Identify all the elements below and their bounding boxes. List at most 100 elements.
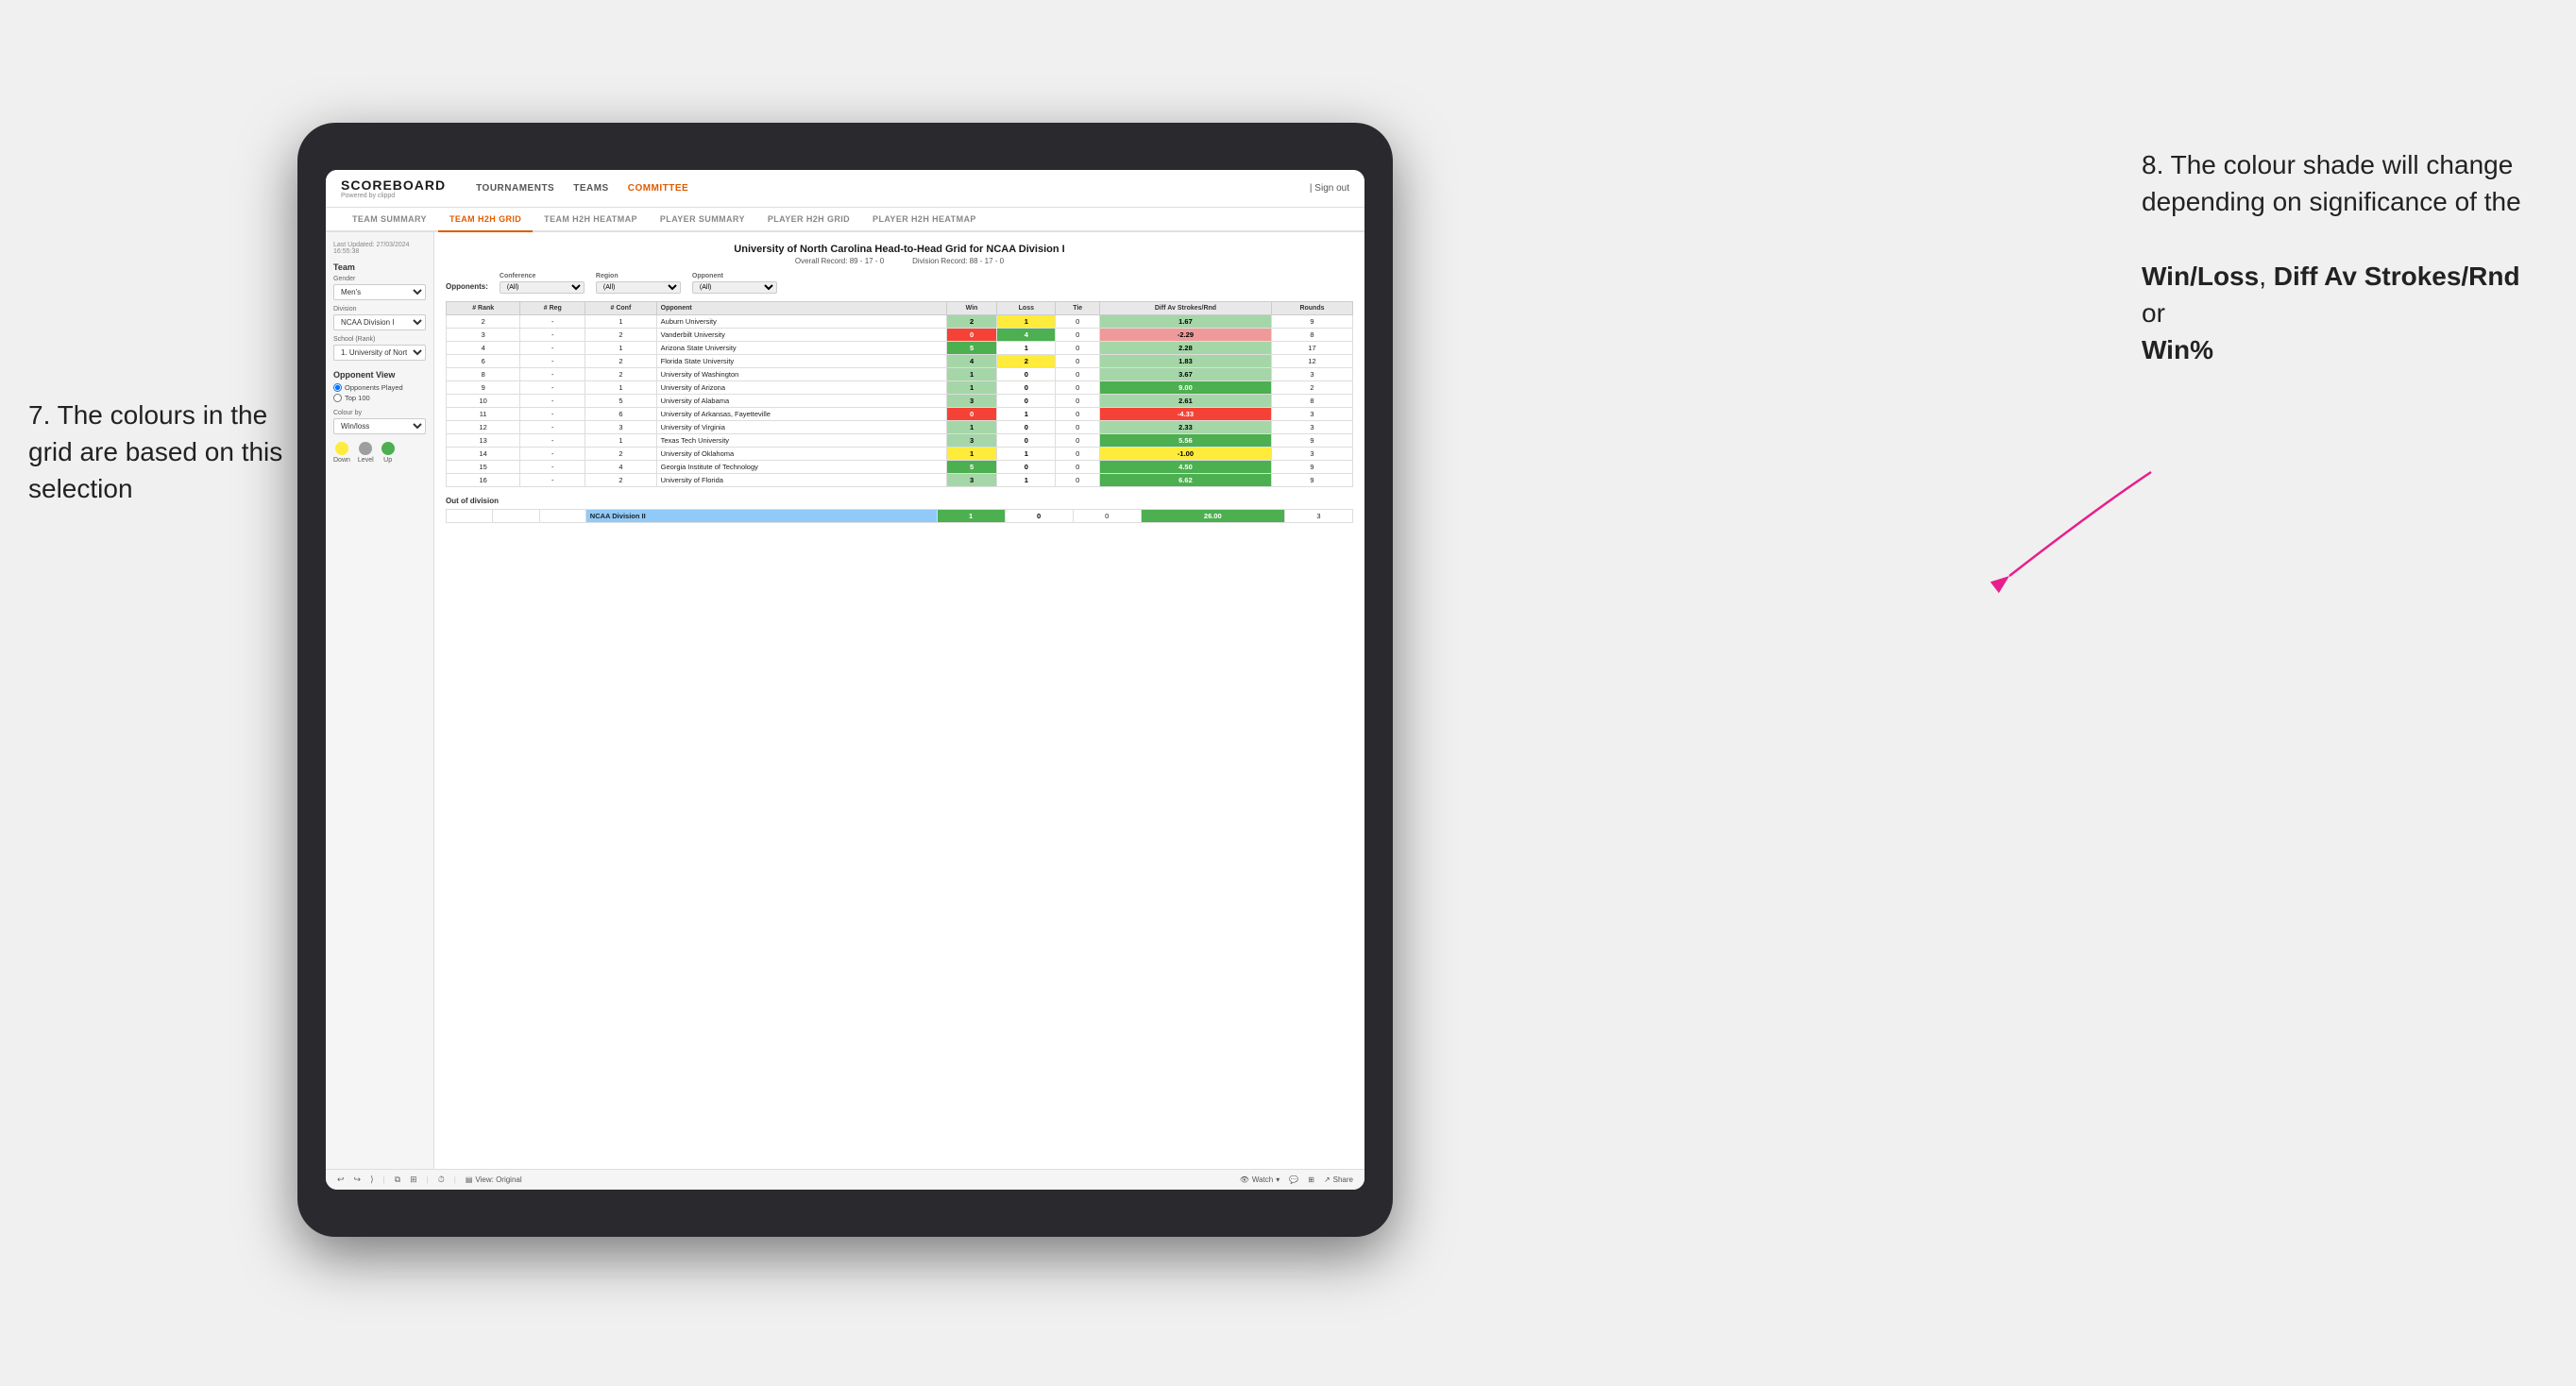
bottom-toolbar: ↩ ↪ ⟩ | ⧉ ⊞ | ⏱ | ▤ View: Original 👁 Wat…	[326, 1169, 1364, 1190]
data-table: # Rank # Reg # Conf Opponent Win Loss Ti…	[446, 301, 1353, 487]
annotation-left-text: 7. The colours in the grid are based on …	[28, 400, 282, 503]
legend-level-dot	[359, 442, 372, 455]
table-row: 6-2Florida State University4201.8312	[447, 355, 1353, 368]
conference-filter-select[interactable]: (All)	[500, 281, 585, 294]
region-filter-select[interactable]: (All)	[596, 281, 681, 294]
overall-record: Overall Record: 89 - 17 - 0	[795, 257, 884, 265]
col-diff: Diff Av Strokes/Rnd	[1099, 302, 1271, 315]
annotation-right: 8. The colour shade will change dependin…	[2142, 146, 2548, 368]
left-panel: Last Updated: 27/03/2024 16:55:38 Team G…	[326, 232, 434, 1169]
view-original-btn[interactable]: ▤ View: Original	[466, 1175, 522, 1184]
sep1: |	[383, 1175, 385, 1184]
col-conf: # Conf	[585, 302, 656, 315]
out-of-division-label: Out of division	[446, 497, 1353, 505]
out-of-division-table: NCAA Division II10026.003	[446, 509, 1353, 523]
tablet-screen: SCOREBOARD Powered by clippd TOURNAMENTS…	[326, 170, 1364, 1190]
sub-nav-team-h2h-grid[interactable]: TEAM H2H GRID	[438, 208, 533, 232]
sep3: |	[454, 1175, 456, 1184]
table-row: 10-5University of Alabama3002.618	[447, 395, 1353, 408]
grid-subtitle: Overall Record: 89 - 17 - 0 Division Rec…	[446, 257, 1353, 265]
table-row: 13-1Texas Tech University3005.569	[447, 434, 1353, 448]
division-label: Division	[333, 306, 426, 313]
col-rounds: Rounds	[1271, 302, 1352, 315]
colour-legend: Down Level Up	[333, 442, 426, 464]
watch-label: Watch	[1252, 1175, 1273, 1184]
grid-icon-btn[interactable]: ⊞	[1308, 1175, 1314, 1184]
logo-sub: Powered by clippd	[341, 193, 446, 199]
table-row: 9-1University of Arizona1009.002	[447, 381, 1353, 395]
radio-top-100[interactable]: Top 100	[333, 394, 426, 402]
legend-down-dot	[335, 442, 348, 455]
gender-select[interactable]: Men's	[333, 284, 426, 300]
col-reg: # Reg	[520, 302, 585, 315]
legend-level: Level	[358, 442, 374, 464]
table-row: 2-1Auburn University2101.679	[447, 315, 1353, 329]
copy-btn[interactable]: ⧉	[395, 1175, 400, 1185]
last-updated: Last Updated: 27/03/2024 16:55:38	[333, 242, 426, 255]
opponent-filter-label: Opponent	[692, 273, 777, 279]
sub-nav-player-h2h-grid[interactable]: PLAYER H2H GRID	[756, 208, 861, 232]
team-section-title: Team	[333, 262, 426, 272]
school-label: School (Rank)	[333, 336, 426, 343]
division-select[interactable]: NCAA Division I	[333, 314, 426, 330]
colour-by-label: Colour by	[333, 410, 426, 416]
opponent-view-radio-group: Opponents Played Top 100	[333, 383, 426, 402]
legend-up: Up	[381, 442, 395, 464]
opponents-label: Opponents:	[446, 282, 488, 294]
table-row: 11-6University of Arkansas, Fayetteville…	[447, 408, 1353, 421]
region-filter: Region (All)	[596, 273, 681, 294]
conference-filter-label: Conference	[500, 273, 585, 279]
opponent-view-title: Opponent View	[333, 370, 426, 380]
region-filter-label: Region	[596, 273, 681, 279]
annotation-left: 7. The colours in the grid are based on …	[28, 397, 283, 508]
legend-down: Down	[333, 442, 350, 464]
comment-btn[interactable]: 💬	[1289, 1175, 1298, 1184]
table-row: 8-2University of Washington1003.673	[447, 368, 1353, 381]
school-select[interactable]: 1. University of Nort...	[333, 345, 426, 361]
logo-area: SCOREBOARD Powered by clippd	[341, 177, 446, 199]
nav-items: TOURNAMENTS TEAMS COMMITTEE	[476, 183, 688, 194]
sub-nav: TEAM SUMMARY TEAM H2H GRID TEAM H2H HEAT…	[326, 208, 1364, 232]
annotation-bold3: Win%	[2142, 335, 2213, 364]
logo-brand: SCOREBOARD	[341, 177, 446, 193]
sign-out-link[interactable]: Sign out	[1314, 183, 1349, 194]
main-content: Last Updated: 27/03/2024 16:55:38 Team G…	[326, 232, 1364, 1169]
forward-btn[interactable]: ⟩	[370, 1175, 374, 1185]
filters-row: Opponents: Conference (All) Region (All)	[446, 273, 1353, 294]
undo-btn[interactable]: ↩	[337, 1175, 345, 1185]
conference-filter: Conference (All)	[500, 273, 585, 294]
nav-tournaments[interactable]: TOURNAMENTS	[476, 183, 554, 194]
sub-nav-team-h2h-heatmap[interactable]: TEAM H2H HEATMAP	[533, 208, 649, 232]
redo-btn[interactable]: ↪	[354, 1175, 362, 1185]
toolbar-right: 👁 Watch ▾ 💬 ⊞ ↗ Share	[1240, 1175, 1353, 1184]
view-label: View: Original	[475, 1175, 521, 1184]
grid-btn[interactable]: ⊞	[410, 1175, 417, 1185]
sub-nav-player-h2h-heatmap[interactable]: PLAYER H2H HEATMAP	[861, 208, 988, 232]
tablet-device: SCOREBOARD Powered by clippd TOURNAMENTS…	[297, 123, 1393, 1237]
radio-opponents-played[interactable]: Opponents Played	[333, 383, 426, 392]
clock-btn[interactable]: ⏱	[438, 1175, 445, 1185]
nav-teams[interactable]: TEAMS	[573, 183, 609, 194]
nav-right: | Sign out	[1310, 183, 1349, 194]
annotation-bold2: Diff Av Strokes/Rnd	[2274, 262, 2520, 291]
sub-nav-player-summary[interactable]: PLAYER SUMMARY	[649, 208, 756, 232]
colour-by-select[interactable]: Win/loss	[333, 418, 426, 434]
annotation-right-text: 8. The colour shade will change dependin…	[2142, 150, 2521, 216]
table-row: 3-2Vanderbilt University040-2.298	[447, 329, 1353, 342]
sub-nav-team-summary[interactable]: TEAM SUMMARY	[341, 208, 438, 232]
col-loss: Loss	[997, 302, 1056, 315]
col-win: Win	[946, 302, 996, 315]
nav-committee[interactable]: COMMITTEE	[628, 183, 689, 194]
share-label: Share	[1333, 1175, 1353, 1184]
watch-btn[interactable]: 👁 Watch ▾	[1240, 1175, 1280, 1184]
sep2: |	[427, 1175, 429, 1184]
division-record: Division Record: 88 - 17 - 0	[912, 257, 1004, 265]
grid-area: University of North Carolina Head-to-Hea…	[434, 232, 1364, 1169]
opponent-filter-select[interactable]: (All)	[692, 281, 777, 294]
col-rank: # Rank	[447, 302, 520, 315]
share-btn[interactable]: ↗ Share	[1324, 1175, 1353, 1184]
table-row: 14-2University of Oklahoma110-1.003	[447, 448, 1353, 461]
col-tie: Tie	[1056, 302, 1100, 315]
table-row: 12-3University of Virginia1002.333	[447, 421, 1353, 434]
table-row: 15-4Georgia Institute of Technology5004.…	[447, 461, 1353, 474]
